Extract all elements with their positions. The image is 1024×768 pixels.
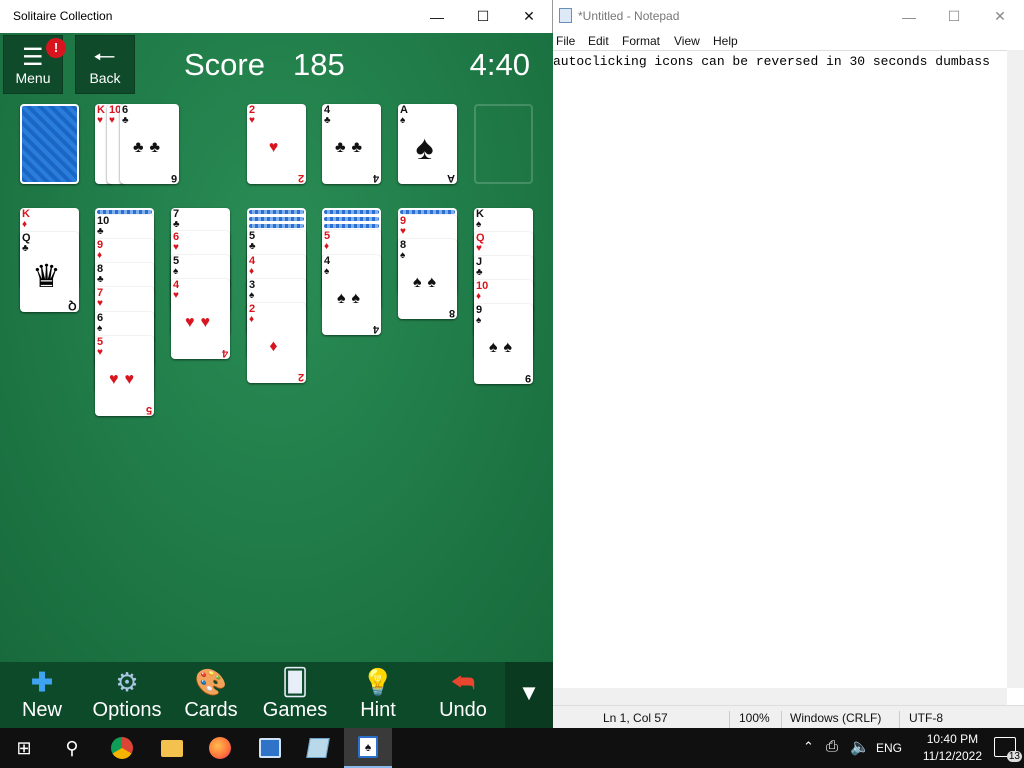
palette-icon: 🎨 <box>194 667 228 697</box>
score-value: 185 <box>292 47 345 82</box>
minimize-button[interactable]: — <box>886 0 932 33</box>
foundation-spades[interactable]: A ♠ ♠ A <box>398 104 457 184</box>
foundation-hearts[interactable]: 2 ♥ ♥ 2 <box>247 104 306 184</box>
back-label: Back <box>89 70 121 86</box>
horizontal-scrollbar[interactable] <box>553 688 1007 705</box>
game-board: ☰ ! Menu 🠐 Back Score 185 4:40 K ♥ 10 ♥ 6 ♣ ♣… <box>0 33 553 662</box>
back-arrow-icon: 🠐 <box>93 42 116 72</box>
zoom-level: 100% <box>739 711 770 725</box>
folder-icon <box>161 739 183 757</box>
notepad-title: *Untitled - Notepad <box>578 9 680 23</box>
expand-toolbar-button[interactable]: ▼ <box>505 662 553 728</box>
menu-view[interactable]: View <box>674 34 700 48</box>
tableau-card[interactable]: 5 ♥ ♥♥ 5 <box>95 336 154 416</box>
network-icon[interactable]: ⎙ <box>826 738 838 755</box>
solitaire-window: Solitaire Collection — ☐ ✕ ☰ ! Menu 🠐 Ba… <box>0 0 553 728</box>
firefox-taskbar-button[interactable] <box>196 728 244 768</box>
clock-time: 10:40 PM <box>926 732 979 746</box>
system-clock[interactable]: 10:40 PM 11/12/2022 <box>923 731 982 765</box>
language-indicator[interactable]: ENG <box>876 741 902 755</box>
menu-format[interactable]: Format <box>622 34 660 48</box>
firefox-icon <box>209 737 231 759</box>
notification-center-button[interactable]: 13 <box>994 737 1022 762</box>
plus-icon: ✚ <box>31 667 53 697</box>
back-button[interactable]: 🠐 Back <box>75 35 135 94</box>
search-icon: ⚲ <box>65 737 79 758</box>
clock-date: 11/12/2022 <box>922 749 982 763</box>
games-button[interactable]: 🂠 Games <box>260 662 330 728</box>
chrome-taskbar-button[interactable] <box>98 728 146 768</box>
close-button[interactable]: ✕ <box>977 0 1023 33</box>
solitaire-taskbar-button[interactable]: ♠ <box>344 728 392 768</box>
bottom-toolbar: ✚ New ⚙ Options 🎨 Cards 🂠 Games 💡 Hint ⮪ Undo … <box>0 662 553 728</box>
cards-fan-icon: 🂠 <box>281 667 309 697</box>
chevron-up-icon[interactable]: ⌃ <box>803 739 814 755</box>
app-window-icon <box>259 738 281 758</box>
stock-pile[interactable] <box>20 104 79 184</box>
title-bar: Solitaire Collection — ☐ ✕ <box>0 0 552 33</box>
foundation-empty[interactable] <box>474 104 533 184</box>
lightbulb-icon: 💡 <box>361 667 395 697</box>
undo-arrow-icon: ⮪ <box>450 667 476 697</box>
notepad-icon <box>559 8 572 23</box>
editor-text[interactable]: autoclicking icons can be reversed in 30… <box>553 54 990 69</box>
game-timer: 4:40 <box>469 47 530 82</box>
status-bar: Ln 1, Col 57 100% Windows (CRLF) UTF-8 <box>553 705 1024 730</box>
notepad-title-bar: *Untitled - Notepad — ☐ ✕ <box>553 0 1024 33</box>
app-taskbar-button[interactable] <box>246 728 294 768</box>
score-display: Score 185 <box>184 47 345 83</box>
vertical-scrollbar[interactable] <box>1007 50 1024 688</box>
file-explorer-taskbar-button[interactable] <box>148 728 196 768</box>
notification-count: 13 <box>1006 751 1022 762</box>
foundation-clubs[interactable]: 4 ♣ ♣♣ 4 <box>322 104 381 184</box>
menu-label: Menu <box>15 70 51 86</box>
gear-icon: ⚙ <box>115 667 139 697</box>
menu-help[interactable]: Help <box>713 34 738 48</box>
text-editor[interactable]: autoclicking icons can be reversed in 30… <box>553 50 1007 688</box>
menu-button[interactable]: ☰ ! Menu <box>3 35 66 94</box>
cards-icon: ♠ <box>358 736 378 758</box>
menu-file[interactable]: File <box>556 34 575 48</box>
tableau-card[interactable]: Q ♣ ♛ Q <box>20 232 79 312</box>
tableau-card[interactable]: 4 ♠ ♠♠ 4 <box>322 255 381 335</box>
notepad-menubar: File Edit Format View Help <box>553 32 1024 50</box>
chevron-down-icon: ▼ <box>518 680 540 705</box>
undo-button[interactable]: ⮪ Undo <box>432 662 494 728</box>
options-button[interactable]: ⚙ Options <box>90 662 164 728</box>
hint-button[interactable]: 💡 Hint <box>350 662 406 728</box>
window-title: Solitaire Collection <box>13 9 113 23</box>
waste-top-card[interactable]: 6 ♣ ♣♣ 6 <box>120 104 179 184</box>
encoding: UTF-8 <box>909 711 943 725</box>
taskbar: ⊞ ⚲ ♠ ⌃ ⎙ 🔈 ENG 10:40 PM 11/12/2022 13 <box>0 728 1024 768</box>
hamburger-icon: ☰ <box>22 44 44 71</box>
notepad-window: *Untitled - Notepad — ☐ ✕ File Edit Form… <box>553 0 1024 730</box>
tableau-card[interactable]: 9 ♠ ♠♠ 9 <box>474 304 533 384</box>
score-label: Score <box>184 47 265 82</box>
line-ending: Windows (CRLF) <box>790 711 882 725</box>
tableau-card[interactable]: 4 ♥ ♥♥ 4 <box>171 279 230 359</box>
windows-logo-icon: ⊞ <box>16 737 32 758</box>
minimize-button[interactable]: — <box>414 0 460 33</box>
notepad-taskbar-button[interactable] <box>294 728 342 768</box>
tableau-card[interactable]: 8 ♠ ♠♠ 8 <box>398 239 457 319</box>
volume-icon[interactable]: 🔈 <box>850 737 870 757</box>
maximize-button[interactable]: ☐ <box>460 0 506 33</box>
tableau-card[interactable]: 2 ♦ ♦ 2 <box>247 303 306 383</box>
menu-edit[interactable]: Edit <box>588 34 609 48</box>
close-button[interactable]: ✕ <box>506 0 552 33</box>
notepad-icon <box>306 738 330 758</box>
alert-badge: ! <box>46 38 66 58</box>
maximize-button[interactable]: ☐ <box>931 0 977 33</box>
start-button[interactable]: ⊞ <box>0 728 48 768</box>
chrome-icon <box>111 737 133 759</box>
cards-button[interactable]: 🎨 Cards <box>180 662 242 728</box>
search-button[interactable]: ⚲ <box>48 728 96 768</box>
new-game-button[interactable]: ✚ New <box>12 662 72 728</box>
cursor-position: Ln 1, Col 57 <box>603 711 668 725</box>
